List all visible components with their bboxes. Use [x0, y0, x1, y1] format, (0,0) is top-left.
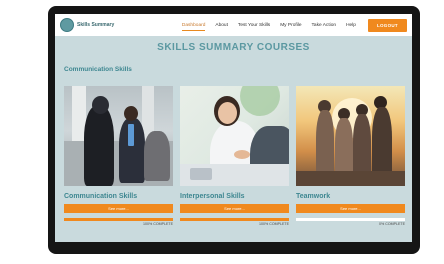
course-card-interpersonal: Interpersonal Skills See more... 100% CO…	[180, 86, 289, 226]
nav-my-profile[interactable]: My Profile	[280, 23, 301, 28]
progress-bar	[64, 218, 173, 221]
course-card-teamwork: Teamwork See more... 0% COMPLETE	[296, 86, 405, 226]
team-sunset-photo-icon	[296, 86, 405, 186]
page-title: SKILLS SUMMARY COURSES	[157, 42, 310, 53]
logo-text: Skills Summary	[77, 22, 115, 28]
progress-bar	[180, 218, 289, 221]
top-navbar: Skills Summary Dashboard About Test Your…	[55, 14, 412, 36]
nav-dashboard[interactable]: Dashboard	[181, 23, 206, 31]
nav-help[interactable]: Help	[346, 23, 356, 28]
logo[interactable]: Skills Summary	[60, 18, 114, 32]
main-nav: Dashboard About Test Your Skills My Prof…	[172, 18, 407, 32]
app-screen: Skills Summary Dashboard About Test Your…	[55, 14, 412, 242]
nav-test-your-skills[interactable]: Test Your Skills	[238, 23, 270, 28]
course-title[interactable]: Communication Skills	[64, 193, 173, 200]
logout-button[interactable]: LOGOUT	[367, 18, 407, 32]
progress-text: 0% COMPLETE	[379, 222, 405, 226]
students-photo-icon	[64, 86, 173, 186]
nav-about[interactable]: About	[215, 23, 228, 28]
section-heading: Communication Skills	[64, 66, 132, 73]
progress-text: 100% COMPLETE	[143, 222, 173, 226]
progress-bar	[296, 218, 405, 221]
see-more-button[interactable]: See more...	[296, 204, 405, 213]
logo-icon	[60, 18, 74, 32]
see-more-button[interactable]: See more...	[180, 204, 289, 213]
handshake-photo-icon	[180, 86, 289, 186]
course-title[interactable]: Teamwork	[296, 193, 405, 200]
progress-text: 100% COMPLETE	[259, 222, 289, 226]
nav-take-action[interactable]: Take Action	[312, 23, 337, 28]
course-title[interactable]: Interpersonal Skills	[180, 193, 289, 200]
course-card-communication: Communication Skills See more... 100% CO…	[64, 86, 173, 226]
see-more-button[interactable]: See more...	[64, 204, 173, 213]
